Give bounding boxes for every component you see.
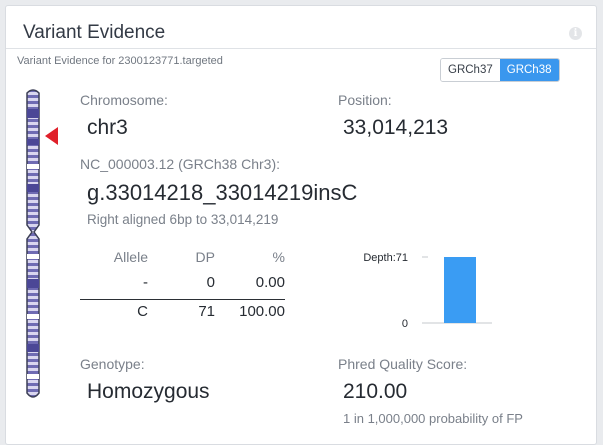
dp-cell: 71: [198, 303, 215, 320]
reference-sequence-label: NC_000003.12 (GRCh38 Chr3):: [80, 156, 280, 172]
dp-cell: 0: [206, 274, 215, 291]
allele-table-header: Allele DP %: [80, 245, 285, 270]
quality-score-label: Phred Quality Score:: [338, 356, 468, 372]
percent-cell: 0.00: [255, 274, 285, 291]
genotype-label: Genotype:: [80, 356, 145, 372]
position-value: 33,014,213: [343, 116, 449, 139]
allele-table: Allele DP % - 0 0.00 C 71 100.00: [80, 245, 285, 324]
column-header: %: [272, 249, 285, 265]
table-row: C 71 100.00: [80, 299, 285, 324]
y-tick-label: 0: [402, 318, 408, 330]
build-option-grch38[interactable]: GRCh38: [499, 59, 559, 81]
hgvs-notation: g.33014218_33014219insC: [87, 180, 358, 205]
alignment-note: Right aligned 6bp to 33,014,219: [87, 212, 279, 227]
position-marker-icon: [45, 127, 58, 145]
genotype-value: Homozygous: [87, 380, 210, 403]
chromosome-label: Chromosome:: [80, 92, 168, 108]
quality-score-value: 210.00: [343, 380, 408, 403]
column-header: DP: [195, 249, 215, 265]
chromosome-ideogram: [26, 89, 40, 398]
panel-header: Variant Evidence i: [6, 6, 596, 49]
table-divider: [80, 299, 285, 300]
panel-title: Variant Evidence: [23, 22, 166, 43]
position-label: Position:: [338, 92, 392, 108]
column-header: Allele: [113, 249, 148, 265]
false-positive-probability: 1 in 1,000,000 probability of FP: [343, 411, 523, 426]
variant-evidence-subtitle: Variant Evidence for 2300123771.targeted: [17, 55, 223, 67]
allele-cell: -: [143, 274, 148, 291]
chart-title: Depth:71: [363, 252, 408, 264]
allele-cell: C: [137, 303, 148, 320]
table-row: - 0 0.00: [80, 270, 285, 295]
build-option-grch37[interactable]: GRCh37: [441, 59, 500, 81]
depth-chart: Depth:71 0: [363, 252, 492, 330]
chromosome-value: chr3: [87, 116, 128, 139]
info-icon[interactable]: i: [569, 27, 582, 40]
genome-build-toggle: GRCh37 GRCh38: [440, 58, 560, 82]
percent-cell: 100.00: [239, 303, 285, 320]
depth-bar: [444, 257, 476, 323]
